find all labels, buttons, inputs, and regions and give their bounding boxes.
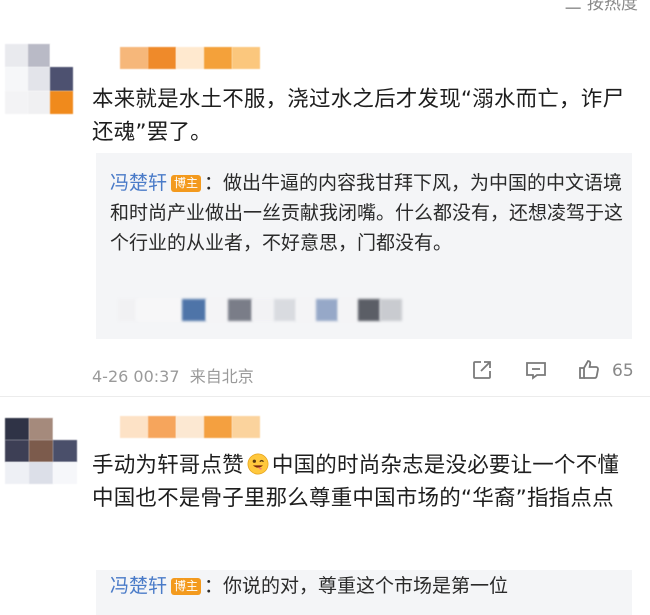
avatar[interactable] [5, 44, 73, 114]
reply-text: ：你说的对，尊重这个市场是第一位 [204, 575, 509, 597]
sort-by-hot-label[interactable]: 二 按热度 [565, 0, 638, 14]
blogger-badge: 博主 [171, 175, 202, 192]
blurred-reply-authors [118, 299, 402, 321]
timestamp: 4-26 00:37 [92, 367, 180, 386]
reply-content: 冯楚轩 博主 ：你说的对，尊重这个市场是第一位 [110, 571, 626, 601]
comment-meta: 4-26 00:37 来自北京 [92, 363, 254, 387]
avatar[interactable] [5, 418, 77, 484]
username-blurred[interactable] [92, 416, 260, 438]
like-count: 65 [612, 361, 634, 381]
reply-author-link[interactable]: 冯楚轩 [110, 172, 167, 194]
like-icon[interactable] [577, 358, 601, 382]
username-blurred[interactable] [92, 47, 260, 69]
comment-text-part: 手动为轩哥点赞 [92, 453, 244, 478]
comment-text: 本来就是水土不服，浇过水之后才发现“溺水而亡，诈尸还魂”罢了。 [92, 87, 625, 145]
blogger-badge: 博主 [171, 578, 202, 595]
location: 来自北京 [189, 367, 254, 386]
share-icon[interactable] [470, 358, 494, 382]
comment-divider [0, 396, 650, 397]
comment-text: 手动为轩哥点赞 中国的时尚杂志是没必要让一个不懂中国也不是骨子里那么尊重中国市场… [92, 449, 632, 515]
reply-content: 冯楚轩 博主 ：做出牛逼的内容我甘拜下风，为中国的中文语境和时尚产业做出一丝贡献我闭… [110, 168, 626, 258]
reply-author-link[interactable]: 冯楚轩 [110, 575, 167, 597]
grin-tongue-emoji [247, 453, 269, 475]
comment-icon[interactable] [524, 358, 548, 382]
